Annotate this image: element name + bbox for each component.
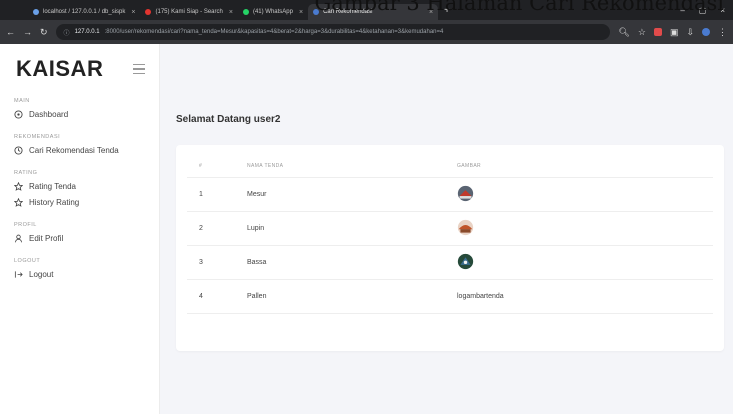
brand-logo[interactable]: KAISAR	[16, 56, 103, 82]
results-card: # NAMA TENDA GAMBAR 1 Mesur 2 Lupin 3 Ba…	[176, 145, 724, 351]
profile-avatar[interactable]	[702, 28, 710, 36]
url-host: 127.0.0.1	[74, 29, 100, 35]
tent-photo-3	[457, 253, 474, 269]
sidebar-item-cari-rekomendasi[interactable]: Cari Rekomendasi Tenda	[14, 142, 159, 158]
results-table: # NAMA TENDA GAMBAR 1 Mesur 2 Lupin 3 Ba…	[187, 155, 713, 314]
row-number: 2	[187, 211, 247, 246]
sidebar-item-edit-profil[interactable]: Edit Profil	[14, 230, 159, 246]
star-icon	[14, 197, 23, 207]
tent-image-cell	[457, 177, 713, 212]
url-path: :8000/user/rekomendasi/cari?nama_tenda=M…	[104, 29, 444, 35]
table-row: 4 Pallen logambartenda	[187, 279, 713, 314]
sidebar-item-label: Dashboard	[29, 109, 69, 119]
tent-image-cell	[457, 245, 713, 280]
reload-icon[interactable]: ↻	[40, 27, 48, 38]
page-title: Selamat Datang user2	[176, 114, 281, 125]
tent-photo-2	[457, 219, 474, 235]
url-field[interactable]: ⓘ 127.0.0.1 :8000/user/rekomendasi/cari?…	[55, 24, 611, 40]
tent-name: Mesur	[247, 177, 457, 212]
figure-caption-text: Gambar 3 Halaman Cari Rekomendasi Tenda	[314, 0, 733, 13]
menu-kebab-icon[interactable]: ⋮	[718, 27, 727, 38]
sidebar-item-label: Cari Rekomendasi Tenda	[29, 145, 119, 155]
hamburger-menu-icon[interactable]	[133, 63, 145, 75]
section-title: LOGOUT	[14, 258, 41, 264]
sidebar-item-logout[interactable]: Logout	[14, 266, 159, 282]
extensions-puzzle-icon[interactable]: ▣	[670, 27, 679, 38]
site-info-icon[interactable]: ⓘ	[64, 28, 70, 37]
tent-photo-1	[457, 185, 474, 201]
tent-name: Bassa	[247, 245, 457, 280]
zoom-icon[interactable]: 🔍︎	[618, 27, 629, 38]
search-circle-icon	[14, 145, 23, 155]
address-bar-row: ← → ↻ ⓘ 127.0.0.1 :8000/user/rekomendasi…	[0, 20, 733, 44]
table-row: 1 Mesur	[187, 177, 713, 212]
star-icon	[14, 181, 23, 191]
forward-icon[interactable]: →	[23, 27, 32, 37]
figure-caption: Gambar 3 Halaman Cari Rekomendasi Tenda	[0, 0, 733, 13]
sidebar-item-label: History Rating	[29, 197, 80, 207]
column-header-number: #	[187, 155, 247, 178]
table-header-row: # NAMA TENDA GAMBAR	[187, 155, 713, 178]
logout-icon	[14, 270, 23, 278]
row-number: 4	[187, 279, 247, 314]
top-navbar	[160, 44, 733, 99]
row-number: 3	[187, 245, 247, 280]
sidebar-section-rekomendasi: REKOMENDASI Cari Rekomendasi Tenda	[0, 132, 159, 158]
table-row: 3 Bassa	[187, 245, 713, 280]
table-row: 2 Lupin	[187, 211, 713, 246]
main-content: Selamat Datang user2 # NAMA TENDA GAMBAR…	[160, 44, 733, 414]
sidebar: KAISAR MAIN Dashboard REKOMENDASI Cari R…	[0, 44, 160, 414]
sidebar-section-profil: PROFIL Edit Profil	[0, 220, 159, 246]
sidebar-section-rating: RATING Rating Tenda History Rating	[0, 168, 159, 210]
tent-image-missing-text: logambartenda	[457, 279, 713, 314]
sidebar-item-label: Edit Profil	[29, 233, 64, 243]
section-title: REKOMENDASI	[14, 134, 61, 140]
bookmark-star-icon[interactable]: ☆	[638, 27, 646, 38]
column-header-gambar: GAMBAR	[457, 155, 713, 178]
sidebar-item-rating-tenda[interactable]: Rating Tenda	[14, 178, 159, 194]
tent-name: Pallen	[247, 279, 457, 314]
sidebar-item-history-rating[interactable]: History Rating	[14, 194, 159, 210]
user-icon	[14, 234, 23, 242]
tent-name: Lupin	[247, 211, 457, 246]
sidebar-item-label: Rating Tenda	[29, 181, 76, 191]
section-title: RATING	[14, 170, 38, 176]
sidebar-section-main: MAIN Dashboard	[0, 96, 159, 122]
row-number: 1	[187, 177, 247, 212]
sidebar-section-logout: LOGOUT Logout	[0, 256, 159, 282]
download-icon[interactable]: ⇩	[686, 27, 694, 38]
sidebar-item-label: Logout	[29, 269, 54, 279]
section-title: PROFIL	[14, 222, 37, 228]
tent-image-cell	[457, 211, 713, 246]
column-header-nama-tenda: NAMA TENDA	[247, 155, 457, 178]
sidebar-item-dashboard[interactable]: Dashboard	[14, 106, 159, 122]
back-icon[interactable]: ←	[6, 27, 15, 37]
section-title: MAIN	[14, 98, 30, 104]
dashboard-icon	[14, 109, 23, 119]
brand-row: KAISAR	[0, 52, 159, 86]
app-root: KAISAR MAIN Dashboard REKOMENDASI Cari R…	[0, 44, 733, 414]
extension-icon[interactable]	[653, 28, 662, 36]
